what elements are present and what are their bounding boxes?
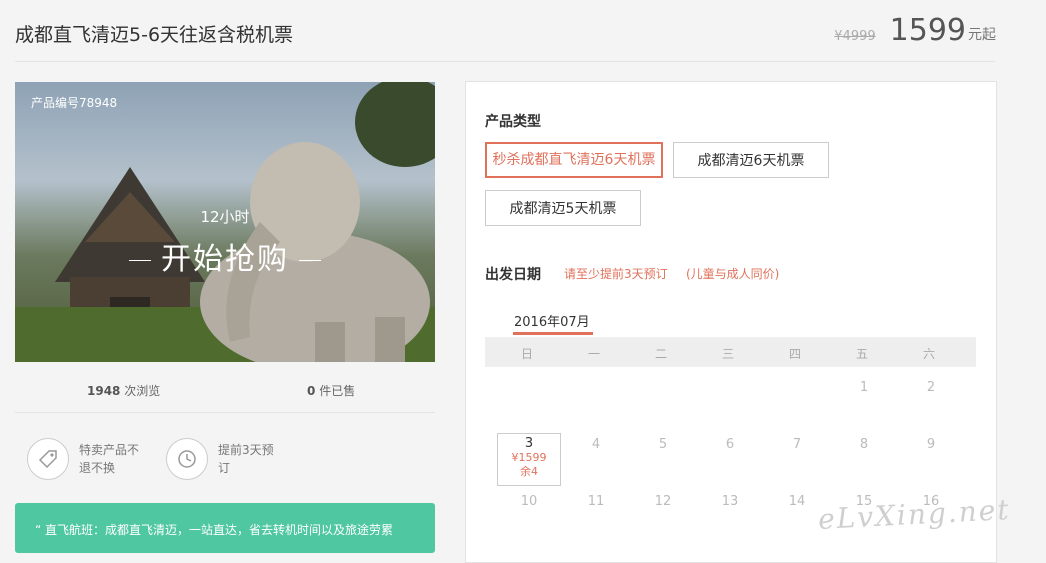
stats-bar: 1948 次浏览 0 件已售 [15,374,435,413]
tag-icon [27,438,69,480]
divider [15,61,995,62]
page-title: 成都直飞清迈5-6天往返含税机票 [15,24,294,46]
countdown-label: 开始抢购 [15,234,435,278]
calendar-day: 5 [658,437,668,452]
header: 成都直飞清迈5-6天往返含税机票 ¥4999 1599 元起 [0,0,1046,62]
weekday: 一 [587,347,600,361]
current-price: 1599 [889,13,966,48]
month-tab[interactable]: 2016年07月 [514,311,590,330]
child-price-hint: (儿童与成人同价) [686,267,780,281]
price-unit: 元起 [968,27,996,43]
feature-text: 提前3天预订 [218,443,274,475]
booking-hint: 请至少提前3天预订 [564,267,668,281]
day-price: ¥1599 [511,451,547,464]
feature-advance-booking: 提前3天预订 [166,438,284,480]
calendar-day-available[interactable]: 3 ¥1599 余4 [497,433,561,486]
sold-stat: 0 件已售 [307,382,355,399]
weekday: 五 [855,347,868,361]
month-underline [513,332,593,335]
weekday: 三 [721,347,734,361]
countdown-text: 开始抢购 [161,242,289,277]
departure-date-label: 出发日期 [485,267,541,283]
calendar-day: 4 [591,437,601,452]
day-remaining: 余4 [520,465,538,478]
views-count: 1948 [87,384,121,398]
day-number: 3 [524,436,534,451]
weekday: 二 [654,347,667,361]
flight-note: “ 直飞航班：成都直飞清迈，一站直达，省去转机时间以及旅途劳累 [15,503,435,553]
calendar-day: 10 [520,494,538,509]
option-6d[interactable]: 成都清迈6天机票 [673,142,829,178]
option-5d[interactable]: 成都清迈5天机票 [485,190,641,226]
clock-icon [166,438,208,480]
calendar-day: 13 [721,494,739,509]
views-label: 次浏览 [124,384,161,398]
hero-image: 产品编号78948 12小时 开始抢购 [15,82,435,362]
calendar-day: 11 [587,494,605,509]
calendar-day: 9 [926,437,936,452]
feature-text: 特卖产品不退不换 [79,443,140,475]
calendar-day: 2 [926,380,936,395]
calendar-day: 8 [859,437,869,452]
booking-panel: 产品类型 秒杀成都直飞清迈6天机票 成都清迈6天机票 成都清迈5天机票 出发日期… [465,81,997,563]
sold-count: 0 [307,384,316,398]
weekday-header: 日 一 二 三 四 五 六 [485,337,976,367]
weekday: 六 [922,347,935,361]
weekday: 日 [520,347,533,361]
calendar-day: 1 [859,380,869,395]
sold-label: 件已售 [319,384,356,398]
feature-no-refund: 特卖产品不退不换 [27,438,145,480]
calendar-day: 12 [654,494,672,509]
calendar-day: 7 [792,437,802,452]
views-stat: 1948 次浏览 [87,382,160,399]
option-flash-sale-6d[interactable]: 秒杀成都直飞清迈6天机票 [485,142,663,178]
countdown-hours: 12小时 [200,208,250,226]
old-price: ¥4999 [834,29,876,44]
features: 特卖产品不退不换 提前3天预订 [15,430,435,490]
price-block: ¥4999 1599 元起 [834,14,996,48]
weekday: 四 [788,347,801,361]
calendar-day: 14 [788,494,806,509]
product-type-label: 产品类型 [485,114,541,130]
product-number: 产品编号78948 [31,96,118,110]
note-text: “ 直飞航班：成都直飞清迈，一站直达，省去转机时间以及旅途劳累 [35,523,394,537]
calendar-day: 6 [725,437,735,452]
